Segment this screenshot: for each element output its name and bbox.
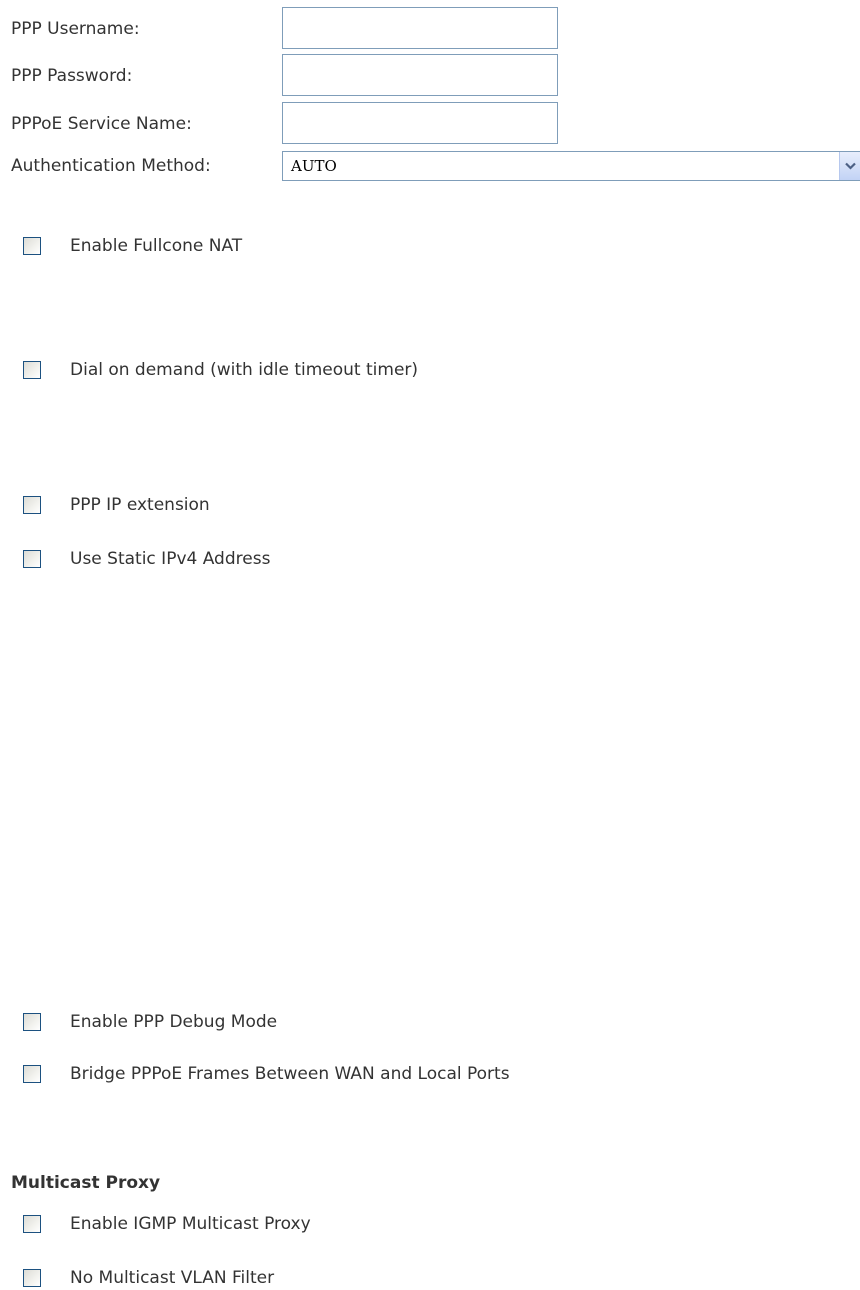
dial-on-demand-option: Dial on demand (with idle timeout timer): [23, 358, 418, 382]
fullcone-nat-label: Enable Fullcone NAT: [70, 236, 243, 256]
ppp-ip-extension-label: PPP IP extension: [70, 495, 210, 515]
chevron-down-icon[interactable]: [839, 152, 860, 180]
ppp-password-label: PPP Password:: [11, 66, 133, 86]
ppp-username-label: PPP Username:: [11, 19, 140, 39]
igmp-proxy-checkbox[interactable]: [23, 1215, 41, 1233]
dial-on-demand-checkbox[interactable]: [23, 361, 41, 379]
no-vlan-filter-checkbox[interactable]: [23, 1269, 41, 1287]
dial-on-demand-label: Dial on demand (with idle timeout timer): [70, 360, 419, 380]
ppp-password-input[interactable]: [282, 54, 558, 96]
no-vlan-filter-label: No Multicast VLAN Filter: [70, 1268, 275, 1288]
pppoe-service-name-input[interactable]: [282, 102, 558, 144]
bridge-pppoe-checkbox[interactable]: [23, 1065, 41, 1083]
static-ipv4-checkbox[interactable]: [23, 550, 41, 568]
fullcone-nat-checkbox[interactable]: [23, 237, 41, 255]
chevron-down-glyph: [845, 162, 856, 170]
fullcone-nat-option: Enable Fullcone NAT: [23, 234, 242, 258]
no-vlan-filter-option: No Multicast VLAN Filter: [23, 1266, 274, 1290]
pppoe-service-name-label: PPPoE Service Name:: [11, 114, 192, 134]
ppp-ip-extension-option: PPP IP extension: [23, 493, 210, 517]
bridge-pppoe-label: Bridge PPPoE Frames Between WAN and Loca…: [70, 1064, 510, 1084]
ppp-debug-label: Enable PPP Debug Mode: [70, 1012, 278, 1032]
static-ipv4-label: Use Static IPv4 Address: [70, 549, 271, 569]
ppp-username-input[interactable]: [282, 7, 558, 49]
igmp-proxy-option: Enable IGMP Multicast Proxy: [23, 1212, 311, 1236]
authentication-method-select[interactable]: AUTO: [282, 151, 860, 181]
igmp-proxy-label: Enable IGMP Multicast Proxy: [70, 1214, 311, 1234]
multicast-proxy-heading: Multicast Proxy: [11, 1173, 161, 1193]
ppp-ip-extension-checkbox[interactable]: [23, 496, 41, 514]
ppp-debug-option: Enable PPP Debug Mode: [23, 1010, 277, 1034]
authentication-method-label: Authentication Method:: [11, 156, 211, 176]
ppp-debug-checkbox[interactable]: [23, 1013, 41, 1031]
bridge-pppoe-option: Bridge PPPoE Frames Between WAN and Loca…: [23, 1062, 510, 1086]
static-ipv4-option: Use Static IPv4 Address: [23, 547, 270, 571]
authentication-method-value: AUTO: [291, 157, 337, 175]
